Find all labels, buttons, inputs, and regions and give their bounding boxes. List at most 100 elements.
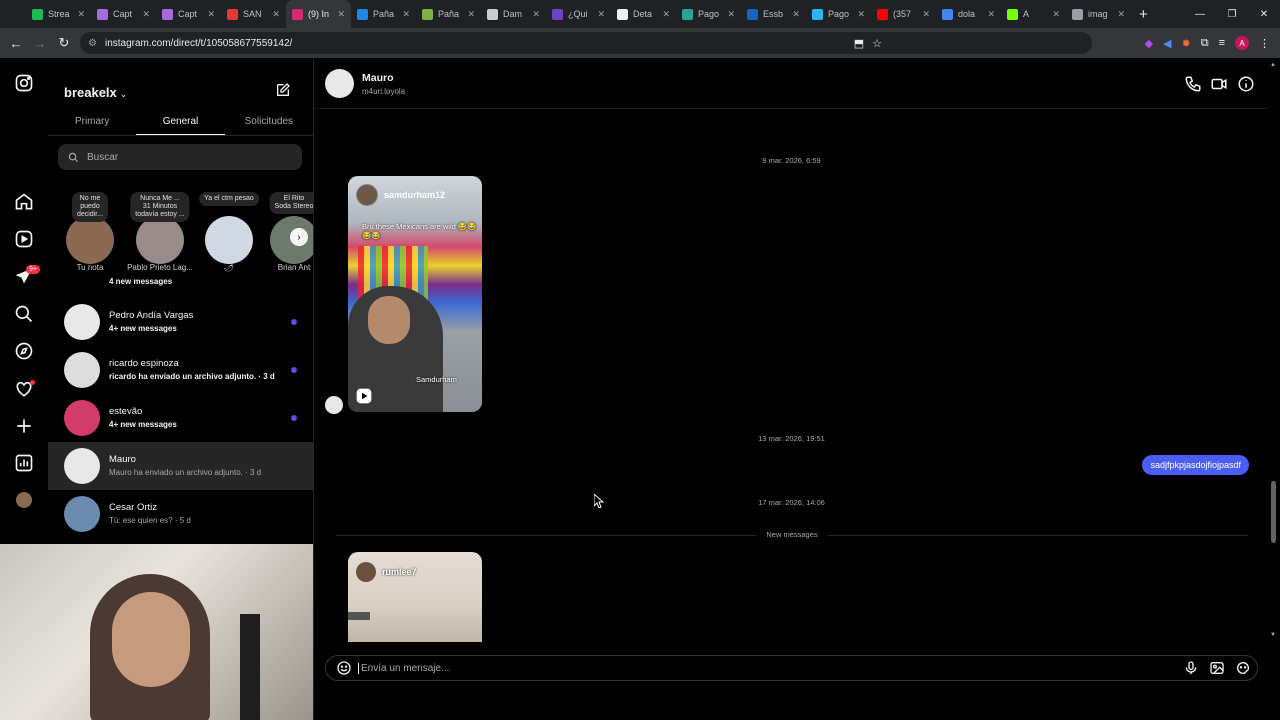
tab-favicon-icon xyxy=(942,8,953,20)
emoji-icon[interactable] xyxy=(336,660,352,676)
reel-header: samdurham12 xyxy=(356,184,445,206)
extension-icon[interactable]: ◆ xyxy=(1145,37,1153,50)
conversation-item[interactable]: 4 new messages xyxy=(48,267,313,298)
browser-tab[interactable]: SAN ✕ xyxy=(221,0,286,28)
browser-tab-strip: Strea ✕ Capt ✕ Capt ✕ SAN ✕ (9) In ✕ Paña ✕ Paña ✕ Dam… xyxy=(0,0,1280,28)
profile-avatar[interactable] xyxy=(16,492,32,508)
tab-close-icon[interactable]: ✕ xyxy=(77,9,85,20)
browser-tab[interactable]: Capt ✕ xyxy=(156,0,221,28)
tab-close-icon[interactable]: ✕ xyxy=(207,9,215,20)
conversation-item[interactable]: estevão 4+ new messages xyxy=(48,394,313,442)
bookmark-star-icon[interactable]: ☆ xyxy=(872,37,882,50)
tab-solicitudes[interactable]: Solicitudes xyxy=(225,110,313,135)
browser-tab[interactable]: Strea ✕ xyxy=(26,0,91,28)
conversation-item[interactable]: Cesar Ortiz Tú: ese quien es? · 5 d xyxy=(48,490,313,538)
install-app-icon[interactable]: ⬒ xyxy=(854,37,864,50)
browser-tab[interactable]: Essb ✕ xyxy=(741,0,806,28)
tab-close-icon[interactable]: ✕ xyxy=(272,9,280,20)
conversation-item[interactable]: ricardo espinoza ricardo ha enviado un ar… xyxy=(48,346,313,394)
browser-tab[interactable]: Pago ✕ xyxy=(806,0,871,28)
forward-button[interactable]: → xyxy=(28,36,52,51)
browser-tab[interactable]: Deta ✕ xyxy=(611,0,676,28)
sender-avatar[interactable] xyxy=(325,396,343,414)
tab-close-icon[interactable]: ✕ xyxy=(727,9,735,20)
home-icon[interactable] xyxy=(14,192,34,212)
create-plus-icon[interactable] xyxy=(14,416,34,436)
close-window-icon[interactable]: ✕ xyxy=(1248,0,1280,28)
browser-tab[interactable]: Dam ✕ xyxy=(481,0,546,28)
tab-close-icon[interactable]: ✕ xyxy=(792,9,800,20)
dashboard-icon[interactable] xyxy=(14,453,34,473)
conversation-item[interactable]: Mauro Mauro ha enviado un archivo adjunto… xyxy=(48,442,313,490)
profile-avatar[interactable]: A xyxy=(1235,36,1249,50)
scroll-up-icon[interactable]: ▲ xyxy=(1270,62,1276,68)
browser-tab[interactable]: Paña ✕ xyxy=(351,0,416,28)
tab-close-icon[interactable]: ✕ xyxy=(662,9,670,20)
video-call-icon[interactable] xyxy=(1210,75,1228,93)
tab-close-icon[interactable]: ✕ xyxy=(467,9,475,20)
message-composer[interactable]: Envía un mensaje... xyxy=(325,655,1258,681)
tab-close-icon[interactable]: ✕ xyxy=(142,9,150,20)
tab-primary[interactable]: Primary xyxy=(48,110,136,135)
tab-close-icon[interactable]: ✕ xyxy=(987,9,995,20)
browser-tab[interactable]: Capt ✕ xyxy=(91,0,156,28)
explore-icon[interactable] xyxy=(14,341,34,361)
browser-tab[interactable]: (9) In ✕ xyxy=(286,0,351,28)
media-icon[interactable]: ≡ xyxy=(1219,37,1225,49)
message-input[interactable]: Envía un mensaje... xyxy=(358,662,449,674)
account-switcher[interactable]: breakelx ⌄ xyxy=(64,85,127,100)
browser-tab[interactable]: imag ✕ xyxy=(1066,0,1131,28)
tab-close-icon[interactable]: ✕ xyxy=(1052,9,1060,20)
phone-icon[interactable] xyxy=(1184,75,1202,93)
tab-close-icon[interactable]: ✕ xyxy=(857,9,865,20)
search-input[interactable]: Buscar xyxy=(58,144,302,170)
page-scrollbar[interactable]: ▲ ▼ xyxy=(1268,58,1280,720)
browser-tab[interactable]: Pago ✕ xyxy=(676,0,741,28)
new-message-icon[interactable] xyxy=(275,82,291,98)
menu-dots-icon[interactable]: ⋮ xyxy=(1259,37,1270,50)
image-icon[interactable] xyxy=(1209,660,1225,676)
browser-tab[interactable]: dola ✕ xyxy=(936,0,1001,28)
maximize-icon[interactable]: ❐ xyxy=(1216,0,1248,28)
shared-reel[interactable]: samdurham12 Bru these Mexicans are wild … xyxy=(348,176,482,412)
info-icon[interactable] xyxy=(1237,75,1255,93)
minimize-icon[interactable]: — xyxy=(1184,0,1216,28)
scrollbar-thumb[interactable] xyxy=(1271,481,1276,543)
reload-button[interactable]: ↻ xyxy=(52,35,76,51)
extension-icon[interactable]: ◀ xyxy=(1163,37,1171,50)
conversation-item[interactable]: Pedro Andía Vargas 4+ new messages xyxy=(48,298,313,346)
tab-close-icon[interactable]: ✕ xyxy=(532,9,540,20)
browser-tab[interactable]: A ✕ xyxy=(1001,0,1066,28)
microphone-icon[interactable] xyxy=(1183,660,1199,676)
browser-tab[interactable]: (357 ✕ xyxy=(871,0,936,28)
my-message-bubble[interactable]: sadjfpkpjasdojfiojpasdf xyxy=(1142,455,1249,475)
tab-favicon-icon xyxy=(32,8,43,20)
new-tab-button[interactable]: + xyxy=(1139,6,1148,23)
tab-general[interactable]: General xyxy=(136,110,225,135)
tab-title: (357 xyxy=(893,9,912,19)
extension-icon[interactable]: ✸ xyxy=(1182,37,1191,50)
tab-close-icon[interactable]: ✕ xyxy=(337,9,345,20)
shared-reel[interactable]: rumlee7 xyxy=(348,552,482,642)
browser-tab[interactable]: Paña ✕ xyxy=(416,0,481,28)
contact-avatar[interactable] xyxy=(325,69,354,98)
contact-name[interactable]: Mauro xyxy=(362,72,394,84)
url-field[interactable]: ⚙ instagram.com/direct/t/105058677559142… xyxy=(80,32,1092,54)
chevron-right-icon[interactable]: › xyxy=(290,228,308,246)
conversation-name: ricardo espinoza xyxy=(109,358,179,369)
sticker-icon[interactable] xyxy=(1235,660,1251,676)
instagram-logo-icon[interactable] xyxy=(14,73,34,93)
conversation-avatar xyxy=(64,400,100,436)
search-icon[interactable] xyxy=(14,304,34,324)
tab-close-icon[interactable]: ✕ xyxy=(1117,9,1125,20)
tab-close-icon[interactable]: ✕ xyxy=(402,9,410,20)
tab-close-icon[interactable]: ✕ xyxy=(922,9,930,20)
back-button[interactable]: ← xyxy=(4,36,28,51)
puzzle-icon[interactable]: ⧉ xyxy=(1201,37,1209,50)
reels-icon[interactable] xyxy=(14,229,34,249)
tab-close-icon[interactable]: ✕ xyxy=(597,9,605,20)
scroll-down-icon[interactable]: ▼ xyxy=(1270,632,1276,638)
browser-tab[interactable]: ¿Qui ✕ xyxy=(546,0,611,28)
site-info-icon[interactable]: ⚙ xyxy=(88,38,97,49)
note-bubble: Nunca Me ... 31 Minutos todavía estoy ..… xyxy=(130,192,190,223)
